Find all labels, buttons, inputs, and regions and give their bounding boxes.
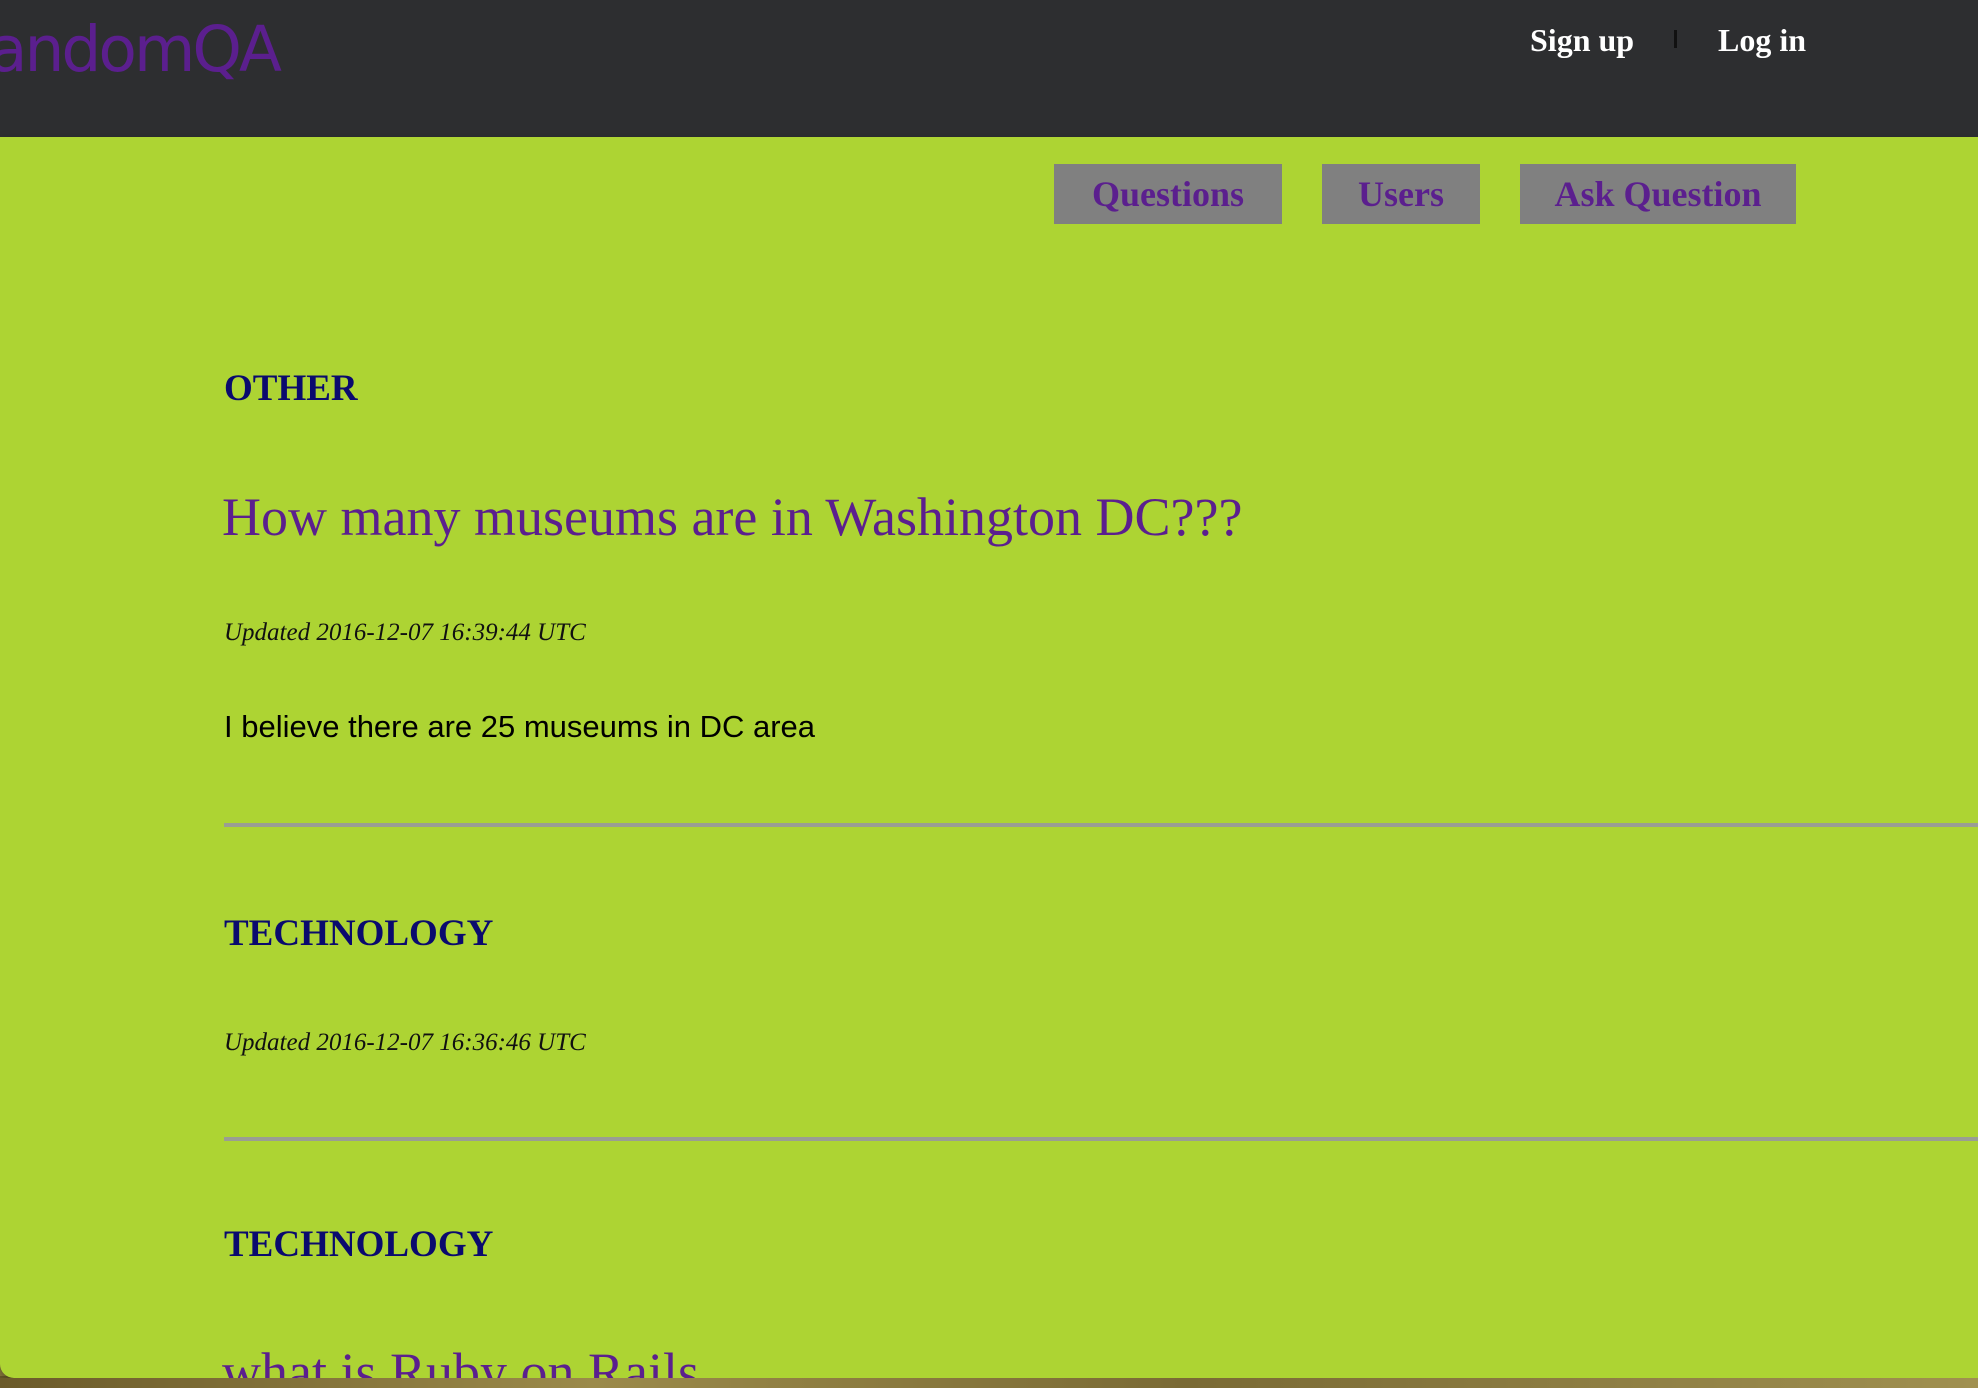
users-button[interactable]: Users xyxy=(1322,164,1480,224)
auth-divider xyxy=(1674,30,1677,48)
question-title-link[interactable]: How many museums are in Washington DC??? xyxy=(222,485,1242,549)
background-texture-bottom xyxy=(0,1378,1978,1388)
post-divider xyxy=(224,823,1978,827)
post-answer-text: I believe there are 25 museums in DC are… xyxy=(224,709,816,744)
main-content-panel xyxy=(0,137,1978,1378)
signup-link[interactable]: Sign up xyxy=(1530,18,1634,62)
post-updated-timestamp: Updated 2016-12-07 16:39:44 UTC xyxy=(224,619,586,646)
site-logo[interactable]: randomQA xyxy=(0,0,282,100)
post-divider xyxy=(224,1137,1978,1141)
post-category: TECHNOLOGY xyxy=(224,913,494,954)
login-link[interactable]: Log in xyxy=(1718,18,1806,62)
post-updated-timestamp: Updated 2016-12-07 16:36:46 UTC xyxy=(224,1029,586,1056)
ask-question-button[interactable]: Ask Question xyxy=(1520,164,1796,224)
post-category: OTHER xyxy=(224,368,358,409)
post-category: TECHNOLOGY xyxy=(224,1224,494,1265)
questions-button[interactable]: Questions xyxy=(1054,164,1282,224)
header-bar: randomQA Sign up Log in xyxy=(0,0,1978,137)
